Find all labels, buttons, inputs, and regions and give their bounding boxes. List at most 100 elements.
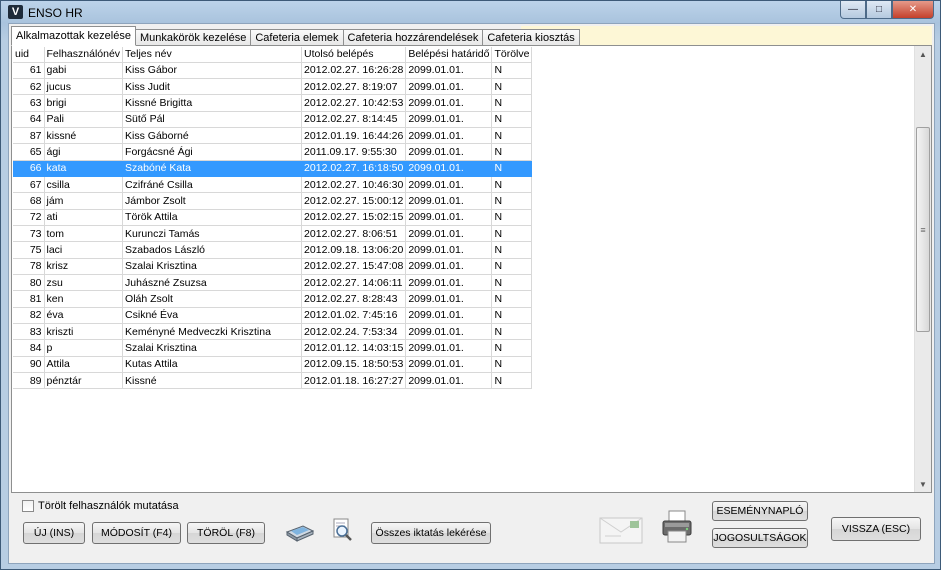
table-cell: 2012.01.02. 7:45:16 bbox=[301, 307, 407, 325]
table-cell: Attila bbox=[44, 356, 124, 374]
show-deleted-checkbox[interactable] bbox=[22, 500, 34, 512]
table-cell: N bbox=[491, 160, 533, 177]
table-cell: Keményné Medveczki Krisztina bbox=[122, 323, 303, 341]
table-row[interactable]: 84 p Szalai Krisztina 2012.01.12. 14:03:15 2… bbox=[13, 339, 533, 357]
table-cell: Kiss Gáborné bbox=[122, 127, 303, 145]
table-cell: 2099.01.01. bbox=[405, 258, 493, 275]
table-cell: N bbox=[491, 274, 533, 292]
table-row[interactable]: 83 kriszti Keményné Medveczki Krisztina 201… bbox=[13, 323, 533, 341]
scroll-thumb[interactable]: ≡ bbox=[916, 127, 930, 332]
table-cell: brigi bbox=[44, 94, 124, 112]
table-cell: jám bbox=[44, 192, 124, 210]
scanner-icon[interactable] bbox=[285, 520, 315, 545]
table-cell: 83 bbox=[13, 323, 45, 341]
table-header-row: uid Felhasználónév Teljes név Utolsó belépé… bbox=[13, 47, 533, 63]
table-cell: 2012.02.27. 10:46:30 bbox=[301, 176, 407, 194]
table-cell: kriszti bbox=[44, 323, 124, 341]
table-cell: N bbox=[491, 176, 533, 194]
tab-2[interactable]: Cafeteria elemek bbox=[250, 29, 344, 46]
scroll-down-arrow-icon[interactable]: ▼ bbox=[915, 476, 931, 492]
table-row[interactable]: 62 jucus Kiss Judit 2012.02.27. 8:19:07 2099… bbox=[13, 78, 533, 96]
table-row[interactable]: 82 éva Csikné Éva 2012.01.02. 7:45:16 2099.0… bbox=[13, 307, 533, 325]
table-row[interactable]: 68 jám Jámbor Zsolt 2012.02.27. 15:00:12 209… bbox=[13, 192, 533, 210]
tab-3[interactable]: Cafeteria hozzárendelések bbox=[342, 29, 484, 46]
table-cell: pénztár bbox=[44, 372, 124, 390]
back-button[interactable]: VISSZA (ESC) bbox=[831, 517, 921, 541]
table-row[interactable]: 61 gabi Kiss Gábor 2012.02.27. 16:26:28 2099… bbox=[13, 62, 533, 79]
table-cell: gabi bbox=[44, 62, 124, 79]
table-cell: Szabados László bbox=[122, 241, 303, 259]
table-cell: 90 bbox=[13, 356, 45, 374]
table-cell: 2099.01.01. bbox=[405, 78, 493, 96]
column-header[interactable]: Felhasználónév bbox=[44, 47, 124, 63]
column-header[interactable]: Belépési határidő bbox=[405, 47, 493, 63]
close-button[interactable]: ✕ bbox=[892, 1, 934, 19]
table-cell: p bbox=[44, 339, 124, 357]
table-row[interactable]: 89 pénztár Kissné 2012.01.18. 16:27:27 2099.… bbox=[13, 372, 533, 390]
column-header[interactable]: Teljes név bbox=[122, 47, 303, 63]
magnifier-icon[interactable] bbox=[332, 518, 354, 545]
table-cell: 2099.01.01. bbox=[405, 290, 493, 308]
table-row[interactable]: 72 ati Török Attila 2012.02.27. 15:02:15 209… bbox=[13, 209, 533, 226]
vertical-scrollbar[interactable]: ▲ ≡ ▼ bbox=[914, 46, 931, 492]
table-row[interactable]: 63 brigi Kissné Brigitta 2012.02.27. 10:42:… bbox=[13, 94, 533, 112]
column-header[interactable]: Utolsó belépés bbox=[301, 47, 407, 63]
show-deleted-option[interactable]: Törölt felhasználók mutatása bbox=[22, 500, 179, 512]
tab-1[interactable]: Munkakörök kezelése bbox=[134, 29, 252, 46]
tab-4[interactable]: Cafeteria kiosztás bbox=[482, 29, 580, 46]
table-cell: 2012.02.27. 8:06:51 bbox=[301, 225, 407, 243]
event-log-button[interactable]: ESEMÉNYNAPLÓ bbox=[712, 501, 808, 521]
all-filings-button[interactable]: Összes iktatás lekérése bbox=[371, 522, 491, 544]
table-cell: tom bbox=[44, 225, 124, 243]
table-cell: N bbox=[491, 290, 533, 308]
table-cell: Kissné Brigitta bbox=[122, 94, 303, 112]
table-row[interactable]: 73 tom Kurunczi Tamás 2012.02.27. 8:06:51 20… bbox=[13, 225, 533, 243]
table-cell: Szabóné Kata bbox=[122, 160, 303, 177]
table-row[interactable]: 66 kata Szabóné Kata 2012.02.27. 16:18:50 20… bbox=[13, 160, 533, 177]
printer-icon[interactable] bbox=[661, 510, 693, 547]
table-row[interactable]: 75 laci Szabados László 2012.09.18. 13:06:2… bbox=[13, 241, 533, 259]
maximize-button[interactable]: □ bbox=[866, 1, 892, 19]
column-header[interactable]: uid bbox=[13, 47, 45, 63]
table-cell: 2012.02.27. 16:26:28 bbox=[301, 62, 407, 79]
table-cell: 73 bbox=[13, 225, 45, 243]
scroll-up-arrow-icon[interactable]: ▲ bbox=[915, 46, 931, 62]
table-cell: 2012.02.27. 8:19:07 bbox=[301, 78, 407, 96]
app-window: V ENSO HR — □ ✕ Alkalmazottak kezelése Mu… bbox=[0, 0, 941, 570]
table-row[interactable]: 87 kissné Kiss Gáborné 2012.01.19. 16:44:26… bbox=[13, 127, 533, 145]
modify-button[interactable]: MÓDOSÍT (F4) bbox=[92, 522, 181, 544]
table-cell: 2099.01.01. bbox=[405, 62, 493, 79]
table-cell: 68 bbox=[13, 192, 45, 210]
users-table[interactable]: uid Felhasználónév Teljes név Utolsó belépé… bbox=[13, 47, 533, 390]
envelope-icon[interactable] bbox=[599, 516, 643, 547]
delete-button[interactable]: TÖRÖL (F8) bbox=[187, 522, 265, 544]
table-cell: N bbox=[491, 258, 533, 275]
title-bar[interactable]: V ENSO HR — □ ✕ bbox=[1, 1, 940, 23]
table-cell: 81 bbox=[13, 290, 45, 308]
table-row[interactable]: 81 ken Oláh Zsolt 2012.02.27. 8:28:43 2099.0… bbox=[13, 290, 533, 308]
table-row[interactable]: 65 ági Forgácsné Ági 2011.09.17. 9:55:30 209… bbox=[13, 143, 533, 161]
table-cell: 2012.01.12. 14:03:15 bbox=[301, 339, 407, 357]
table-row[interactable]: 64 Pali Sütő Pál 2012.02.27. 8:14:45 2099.01… bbox=[13, 111, 533, 128]
table-row[interactable]: 90 Attila Kutas Attila 2012.09.15. 18:50:53… bbox=[13, 356, 533, 374]
table-row[interactable]: 67 csilla Czifráné Csilla 2012.02.27. 10:46… bbox=[13, 176, 533, 194]
table-cell: csilla bbox=[44, 176, 124, 194]
table-row[interactable]: 78 krisz Szalai Krisztina 2012.02.27. 15:47… bbox=[13, 258, 533, 275]
permissions-button[interactable]: JOGOSULTSÁGOK bbox=[712, 528, 808, 548]
new-button[interactable]: ÚJ (INS) bbox=[23, 522, 85, 544]
table-cell: 2099.01.01. bbox=[405, 143, 493, 161]
minimize-button[interactable]: — bbox=[840, 1, 866, 19]
table-cell: 66 bbox=[13, 160, 45, 177]
table-cell: 62 bbox=[13, 78, 45, 96]
table-cell: 2099.01.01. bbox=[405, 274, 493, 292]
table-cell: 2099.01.01. bbox=[405, 176, 493, 194]
table-cell: 2099.01.01. bbox=[405, 339, 493, 357]
table-cell: N bbox=[491, 62, 533, 79]
tab-0[interactable]: Alkalmazottak kezelése bbox=[11, 26, 136, 46]
table-cell: 2012.02.24. 7:53:34 bbox=[301, 323, 407, 341]
table-row[interactable]: 80 zsu Juhászné Zsuzsa 2012.02.27. 14:06:11… bbox=[13, 274, 533, 292]
table-cell: 80 bbox=[13, 274, 45, 292]
table-cell: kissné bbox=[44, 127, 124, 145]
tab-strip-background bbox=[521, 26, 932, 46]
column-header[interactable]: Törölve bbox=[491, 47, 533, 63]
